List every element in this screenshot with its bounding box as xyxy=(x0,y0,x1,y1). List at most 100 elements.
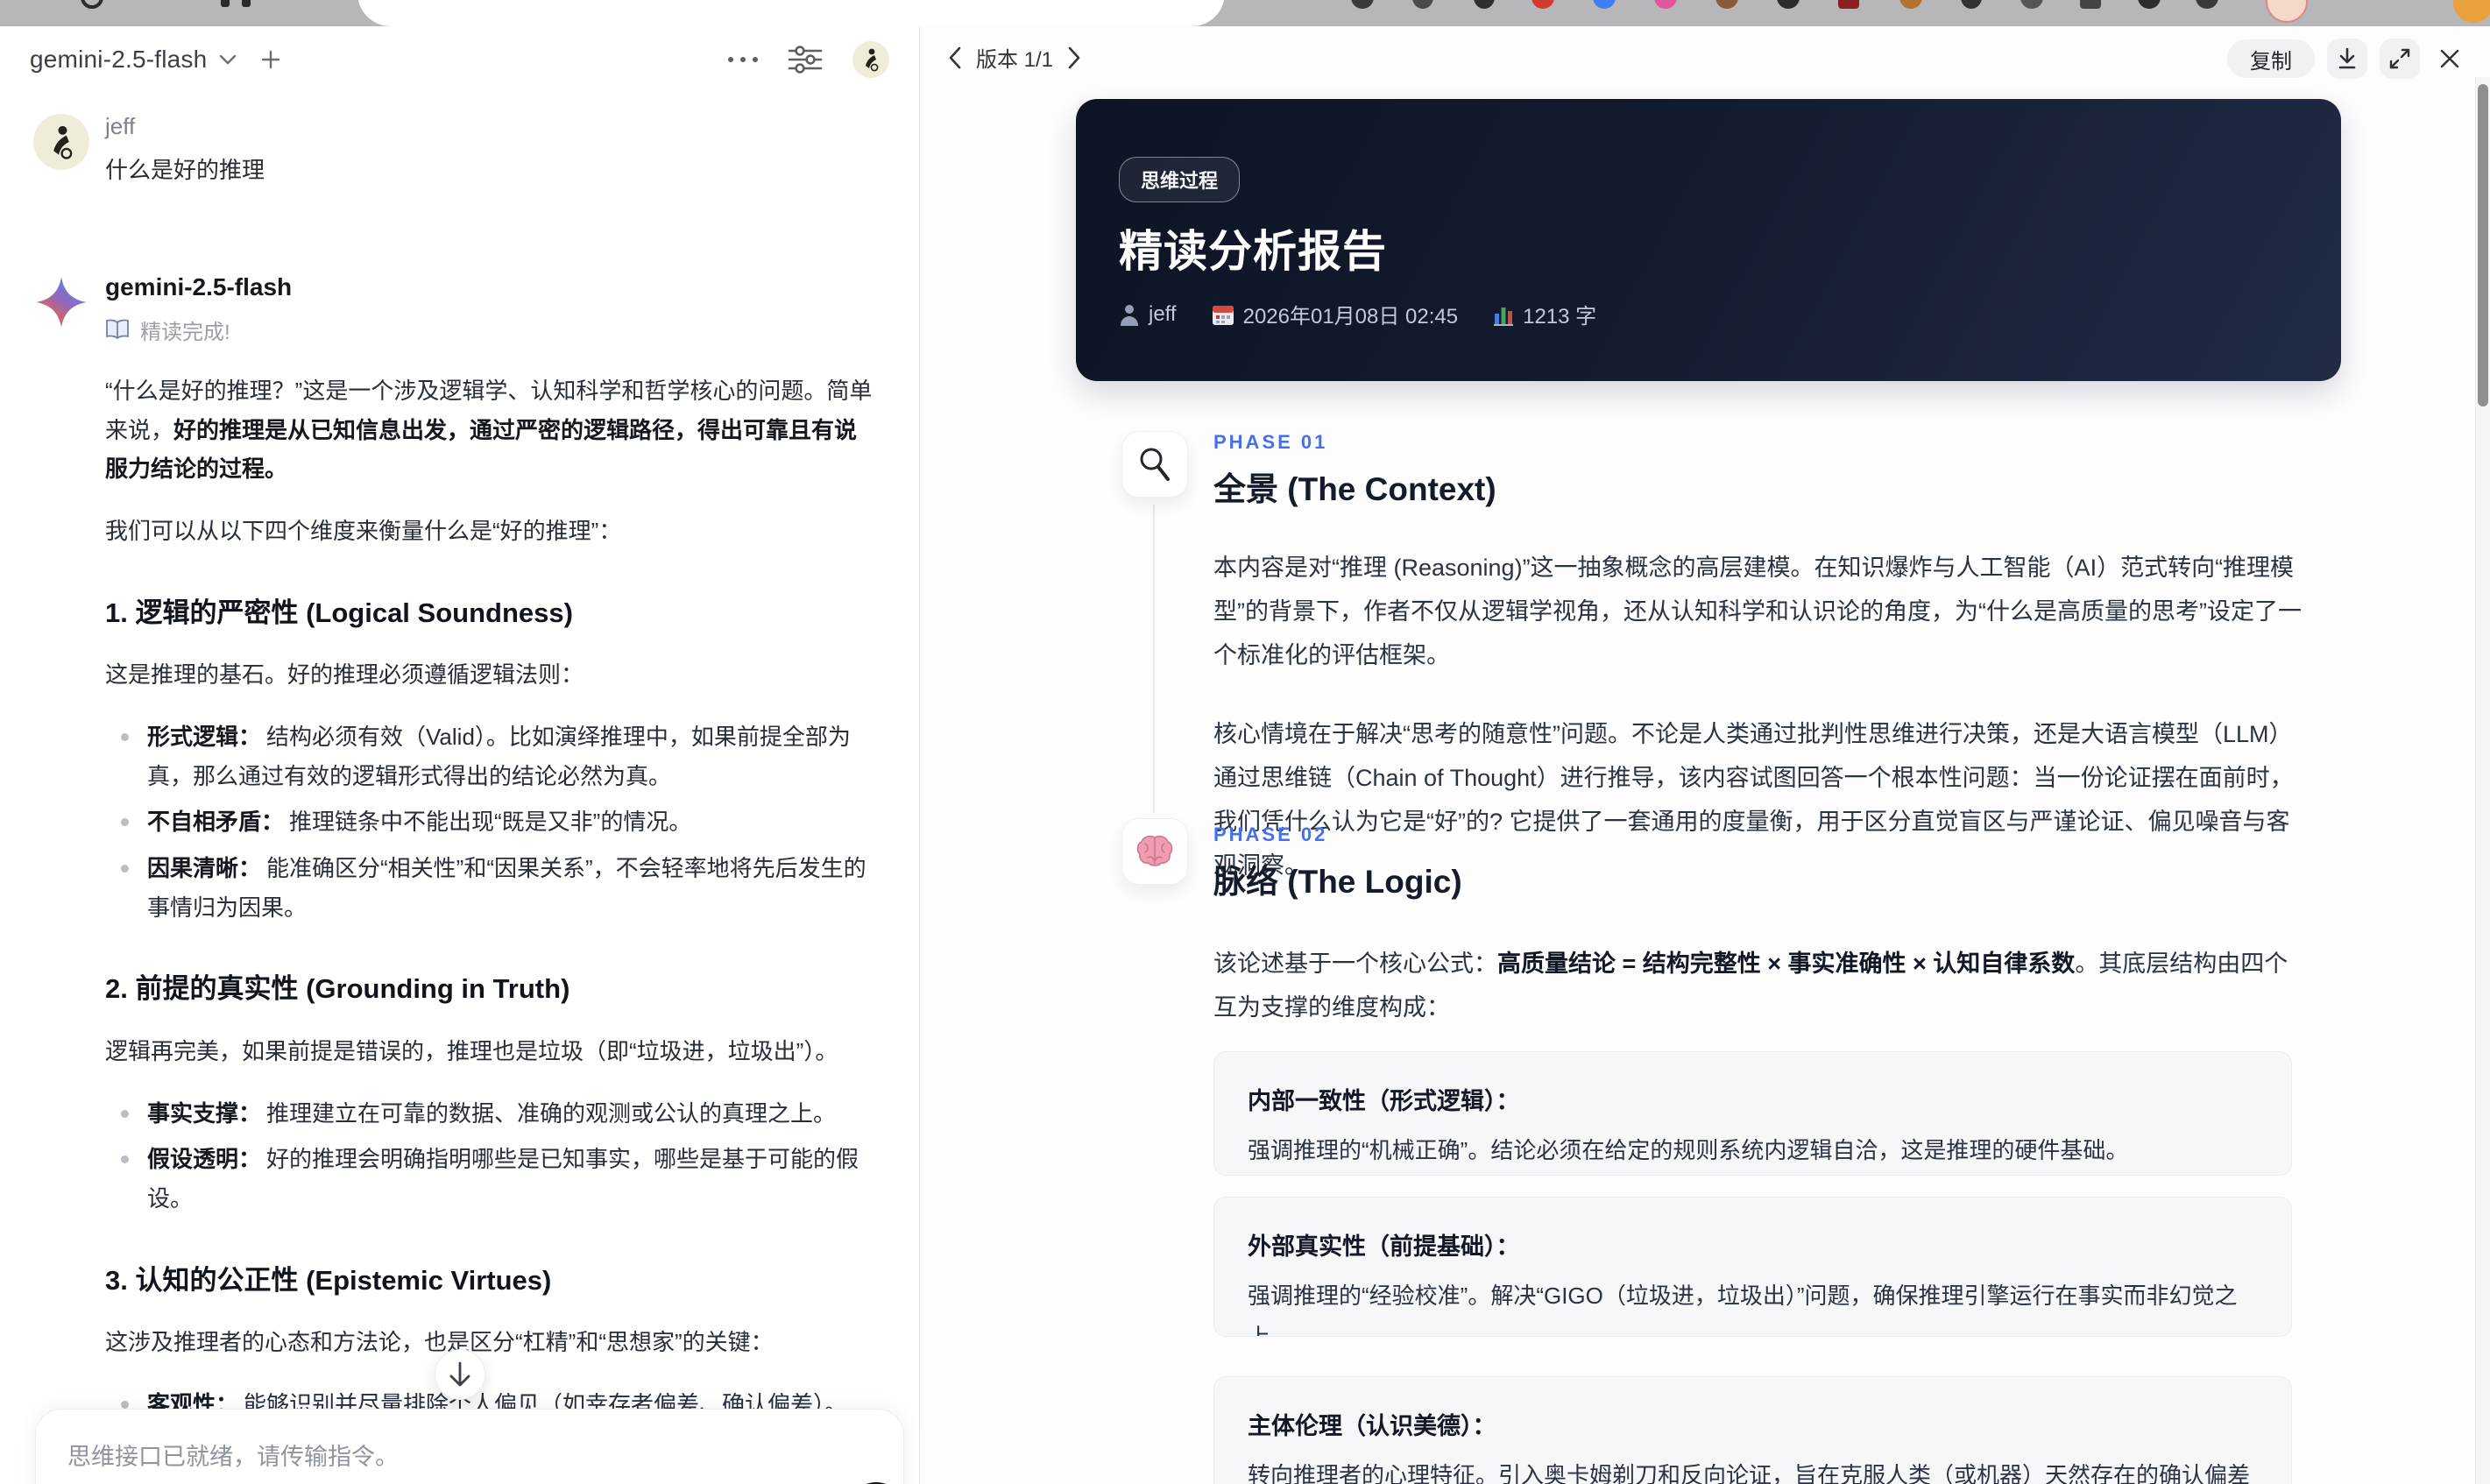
phase2-heading: 脉络 (The Logic) xyxy=(1213,864,1462,900)
expand-icon xyxy=(2389,48,2410,69)
screen: gemini-2.5-flash jeff 什么是好的推理 gemini-2.5… xyxy=(0,0,2490,1484)
fullscreen-button[interactable] xyxy=(2380,39,2420,79)
artifact-scrollbar[interactable] xyxy=(2475,77,2490,1484)
browser-extension-icon[interactable] xyxy=(1474,0,1495,9)
bullet-dot xyxy=(121,732,129,741)
browser-extension-icon[interactable] xyxy=(1899,0,1922,9)
browser-extension-icon[interactable] xyxy=(1412,0,1433,9)
close-button[interactable] xyxy=(2432,41,2467,76)
bullet-dot xyxy=(121,1109,129,1118)
logic-card-1-body: 强调推理的“机械正确”。结论必须在给定的规则系统内逻辑自洽，这是推理的硬件基础。 xyxy=(1248,1137,2129,1163)
bar-chart-icon xyxy=(1494,307,1514,326)
composer[interactable]: 思维接口已就绪，请传输指令。 xyxy=(35,1409,904,1484)
next-version-button[interactable] xyxy=(1067,46,1081,69)
artifact-header: 版本 1/1 复制 xyxy=(920,26,2490,91)
user-avatar[interactable] xyxy=(852,41,889,78)
logic-card-2-title: 外部真实性（前提基础）： xyxy=(1248,1233,1520,1260)
model-name-label: gemini-2.5-flash xyxy=(30,46,208,73)
browser-extension-icon[interactable] xyxy=(1838,0,1859,9)
phase1-section: PHASE 01 全景 (The Context) 本内容是对“推理 (Reas… xyxy=(1213,431,2307,888)
logic-card-3-body: 转向推理者的心理特征。引入奥卡姆剃刀和反向论证，旨在克服人类（或机器）天然存在的… xyxy=(1248,1462,2251,1484)
ai-message-name: gemini-2.5-flash xyxy=(105,273,293,301)
magnifier-icon xyxy=(1140,448,1170,481)
phase2-paragraph: 该论述基于一个核心公式：高质量结论 = 结构完整性 × 事实准确性 × 认知自律… xyxy=(1213,950,2288,1021)
meta-author: jeff xyxy=(1119,302,1177,327)
logic-card-1-title: 内部一致性（形式逻辑）： xyxy=(1248,1088,1520,1114)
artifact-controls: 复制 xyxy=(2227,39,2467,79)
scrollbar-thumb[interactable] xyxy=(2478,84,2488,406)
bullet-dot xyxy=(121,818,129,827)
copy-button[interactable]: 复制 xyxy=(2227,39,2315,78)
browser-reload-icon[interactable] xyxy=(81,0,103,9)
section-2-lead: 逻辑再完美，如果前提是错误的，推理也是垃圾（即“垃圾进，垃圾出”）。 xyxy=(105,1037,838,1064)
ai-message: gemini-2.5-flash 精读完成! “什么是好的推理？”这是一个涉及逻… xyxy=(0,272,919,1484)
browser-extension-icon[interactable] xyxy=(1593,0,1616,9)
logic-card-1: 内部一致性（形式逻辑）： 强调推理的“机械正确”。结论必须在给定的规则系统内逻辑… xyxy=(1213,1051,2292,1176)
list-item: 形式逻辑： 结构必须有效（Valid）。比如演绎推理中，如果前提全部为真，那么通过… xyxy=(105,717,874,795)
phase2-icon-box xyxy=(1121,818,1188,885)
browser-extension-icon[interactable] xyxy=(1351,0,1374,9)
report-title: 精读分析报告 xyxy=(1119,227,1387,276)
logic-card-3-title: 主体伦理（认识美德）： xyxy=(1248,1413,1496,1439)
ai-status-text: 精读完成! xyxy=(140,320,230,344)
logic-card-3: 主体伦理（认识美德）： 转向推理者的心理特征。引入奥卡姆剃刀和反向论证，旨在克服… xyxy=(1213,1376,2292,1484)
browser-extension-icon[interactable] xyxy=(1531,0,1554,9)
address-bar[interactable] xyxy=(357,0,1225,26)
meta-date: 2026年01月08日 02:45 xyxy=(1212,299,1458,329)
bullet-dot xyxy=(121,1155,129,1164)
section-1-list: 形式逻辑： 结构必须有效（Valid）。比如演绎推理中，如果前提全部为真，那么通过… xyxy=(105,717,874,928)
dimensions-intro: 我们可以从以下四个维度来衡量什么是“好的推理”： xyxy=(105,518,622,545)
browser-extension-icon[interactable] xyxy=(221,0,230,7)
model-selector[interactable]: gemini-2.5-flash xyxy=(30,46,280,74)
download-button[interactable] xyxy=(2327,39,2367,79)
person-icon xyxy=(1121,304,1138,326)
timeline-connector xyxy=(1153,505,1155,813)
browser-extension-icon[interactable] xyxy=(1961,0,1982,9)
logic-card-2-body: 强调推理的“经验校准”。解决“GIGO（垃圾进，垃圾出）”问题，确保推理引擎运行… xyxy=(1248,1283,2238,1337)
browser-extension-icon[interactable] xyxy=(242,0,251,7)
browser-extension-icon[interactable] xyxy=(2196,0,2218,9)
book-icon xyxy=(105,319,130,340)
phase1-icon-box xyxy=(1121,431,1188,498)
section-1-lead: 这是推理的基石。好的推理必须遵循逻辑法则： xyxy=(105,661,584,689)
list-item: 不自相矛盾： 推理链条中不能出现“既是又非”的情况。 xyxy=(105,802,874,842)
browser-extension-icon[interactable] xyxy=(1777,0,1800,9)
browser-extension-icon[interactable] xyxy=(2080,0,2101,9)
bullet-dot xyxy=(121,865,129,873)
list-item: 假设透明： 好的推理会明确指明哪些是已知事实，哪些是基于可能的假设。 xyxy=(105,1140,874,1218)
list-item: 因果清晰： 能准确区分“相关性”和“因果关系”，不会轻率地将先后发生的事情归为因果… xyxy=(105,849,874,927)
report-meta: jeff 2026年01月08日 02:45 1213 字 xyxy=(1119,299,1596,329)
scroll-to-bottom-button[interactable] xyxy=(435,1349,485,1400)
browser-extension-icon[interactable] xyxy=(2138,0,2161,9)
version-navigator: 版本 1/1 xyxy=(948,42,1081,73)
more-options-icon[interactable] xyxy=(728,57,758,62)
prev-version-button[interactable] xyxy=(948,46,962,69)
meta-wordcount: 1213 字 xyxy=(1493,299,1596,329)
brain-icon xyxy=(1136,835,1173,866)
browser-profile-avatar[interactable] xyxy=(2266,0,2308,23)
browser-extension-icon[interactable] xyxy=(2453,0,2490,23)
panel-divider xyxy=(919,26,920,1484)
bullet-dot xyxy=(121,1400,129,1409)
ai-message-body: “什么是好的推理？”这是一个涉及逻辑学、认知科学和哲学核心的问题。简单来说，好的… xyxy=(105,371,874,1484)
section-2-heading: 2. 前提的真实性 (Grounding in Truth) xyxy=(105,973,570,1005)
browser-extension-icon[interactable] xyxy=(2020,0,2043,9)
chat-message-list[interactable]: jeff 什么是好的推理 gemini-2.5-flash 精读完成! “什么是… xyxy=(0,93,919,1484)
phase2-section: PHASE 02 脉络 (The Logic) 该论述基于一个核心公式：高质量结… xyxy=(1213,823,2307,1030)
report-hero-card: 思维过程 精读分析报告 jeff 2026年01月08日 02:45 1213 … xyxy=(1076,99,2341,381)
section-1-heading: 1. 逻辑的严密性 (Logical Soundness) xyxy=(105,597,573,628)
browser-extension-icon[interactable] xyxy=(1654,0,1677,9)
settings-sliders-icon[interactable] xyxy=(788,45,823,74)
new-chat-button[interactable] xyxy=(261,50,280,69)
download-icon xyxy=(2338,47,2356,69)
phase1-label: PHASE 01 xyxy=(1213,431,1328,453)
arrow-down-icon xyxy=(449,1361,470,1387)
version-label: 版本 1/1 xyxy=(976,48,1054,72)
composer-placeholder: 思维接口已就绪，请传输指令。 xyxy=(67,1444,399,1470)
section-2-list: 事实支撑： 推理建立在可靠的数据、准确的观测或公认的真理之上。 假设透明： 好的推理… xyxy=(105,1094,874,1219)
user-message-text: 什么是好的推理 xyxy=(105,156,265,183)
phase2-label: PHASE 02 xyxy=(1213,823,1328,845)
list-item: 事实支撑： 推理建立在可靠的数据、准确的观测或公认的真理之上。 xyxy=(105,1094,874,1134)
chat-header: gemini-2.5-flash xyxy=(0,26,919,93)
browser-extension-icon[interactable] xyxy=(1715,0,1738,9)
